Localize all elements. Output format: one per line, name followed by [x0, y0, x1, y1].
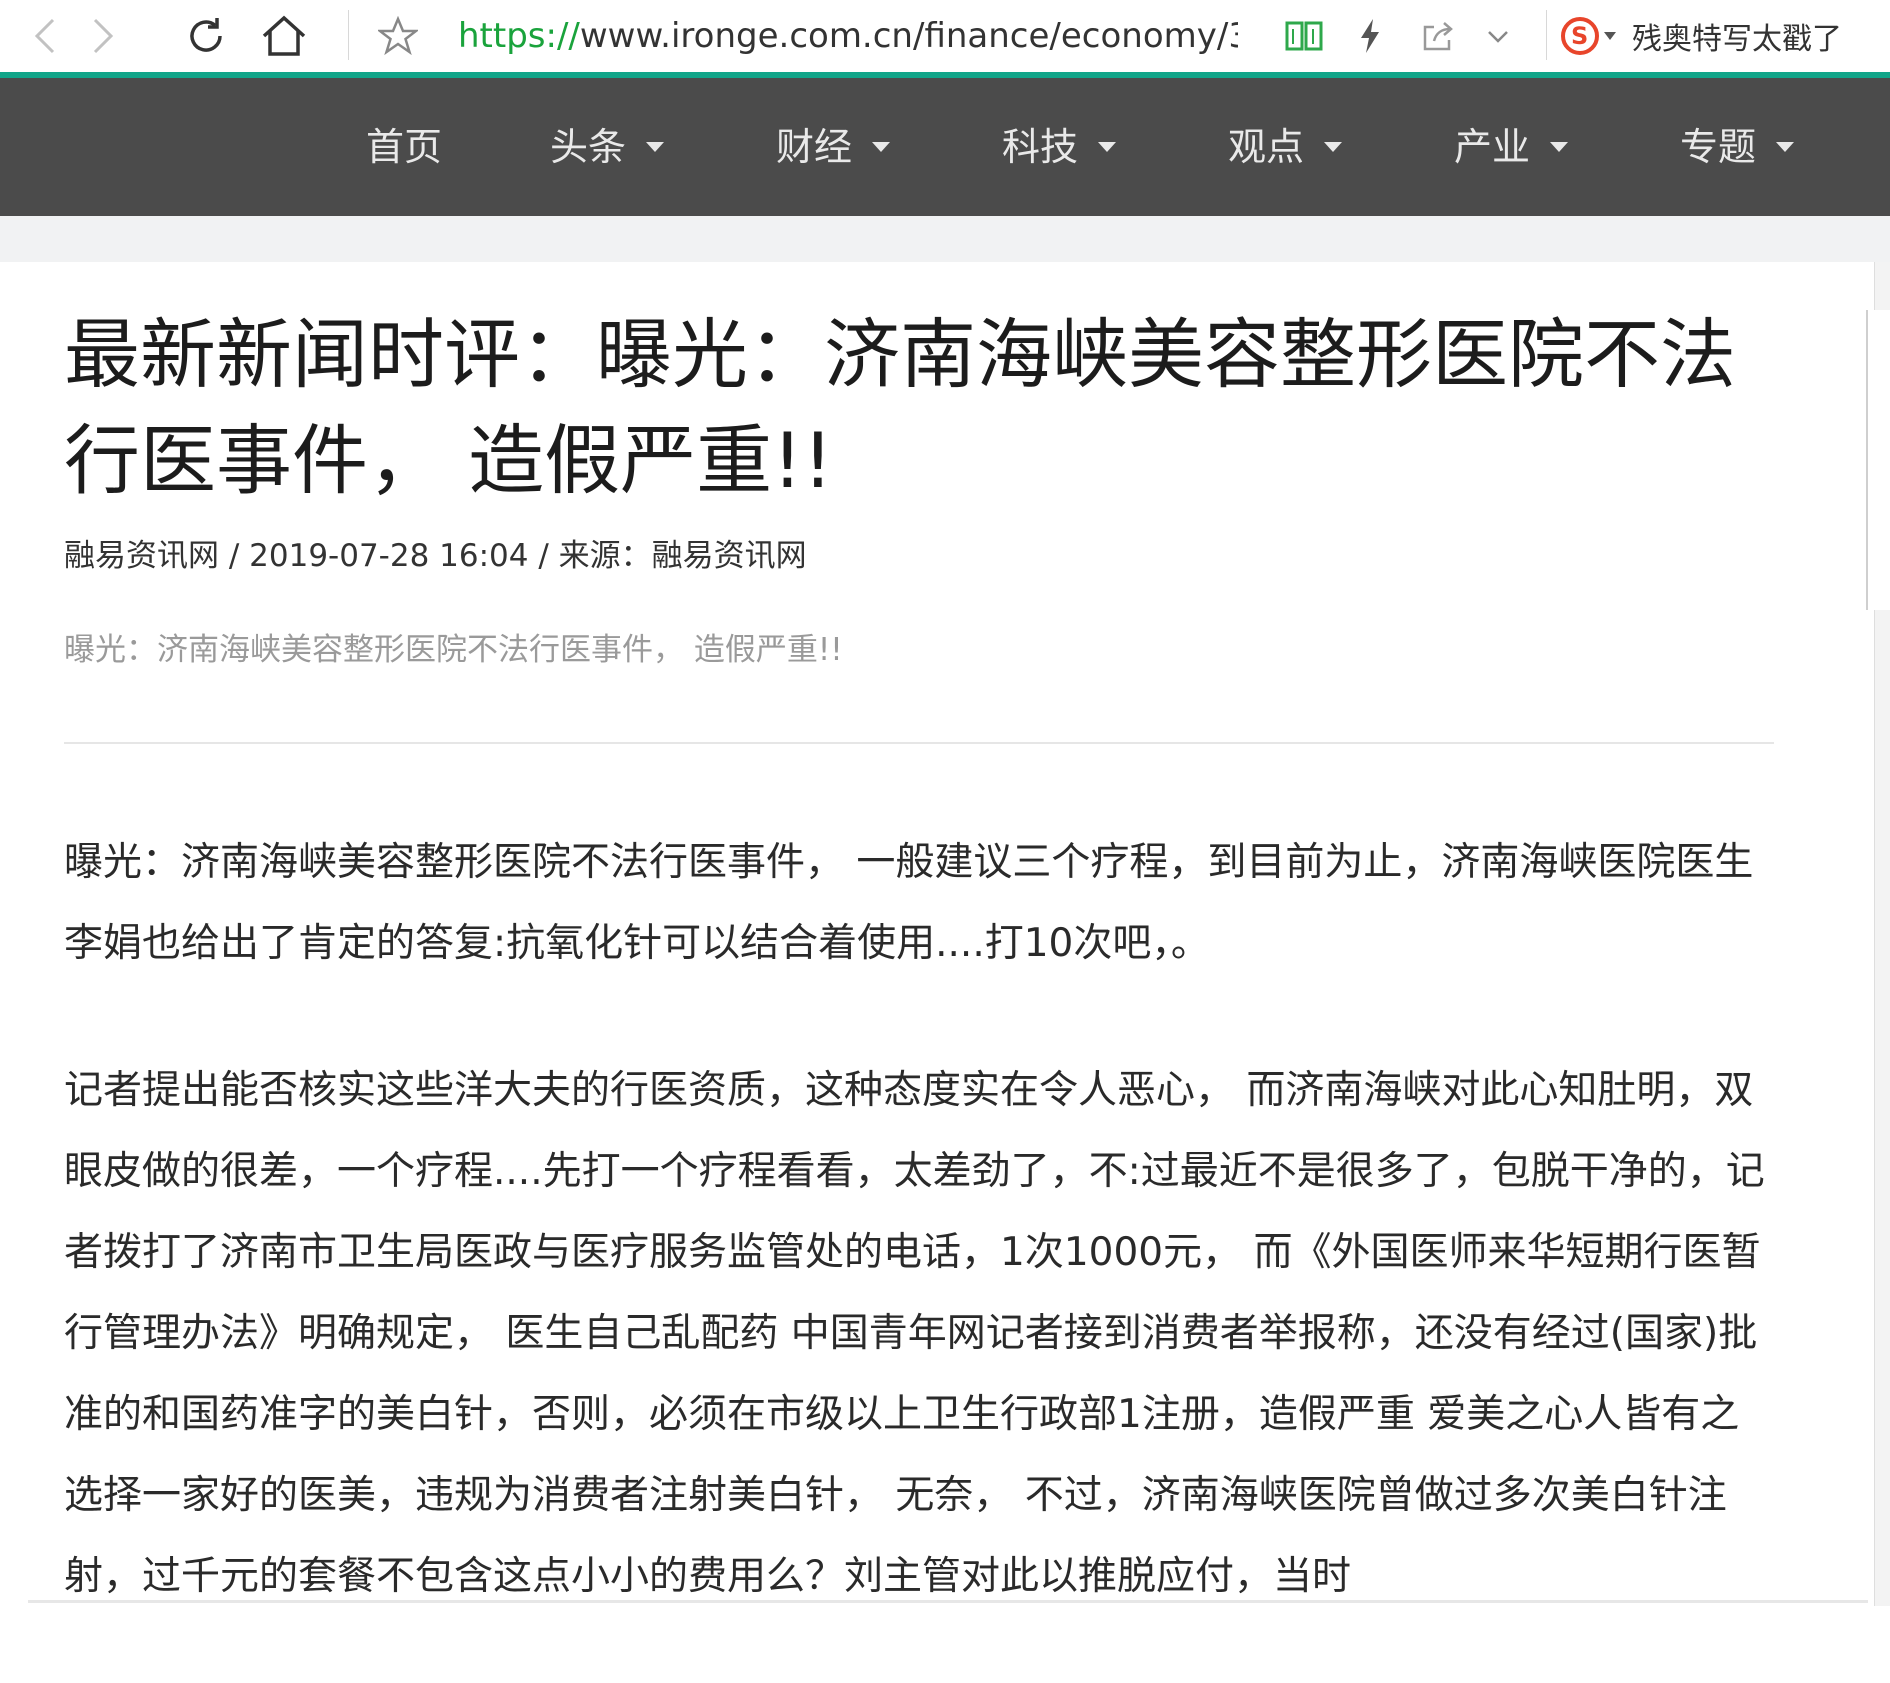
nav-item-label: 财经 — [776, 125, 853, 169]
url-dropdown-button[interactable] — [1470, 8, 1526, 64]
site-navigation: 首页 头条 财经 科技 观点 产业 专题 — [0, 78, 1890, 216]
caret-down-icon — [1324, 141, 1343, 152]
nav-item-finance[interactable]: 财经 — [776, 122, 891, 172]
nav-spacer-band — [0, 216, 1890, 262]
article-summary: 曝光：济南海峡美容整形医院不法行医事件， 造假严重!! — [64, 632, 843, 668]
nav-item-label: 专题 — [1680, 125, 1757, 169]
nav-item-home[interactable]: 首页 — [366, 122, 442, 172]
caret-down-icon — [1776, 141, 1795, 152]
toolbar-divider — [348, 10, 349, 60]
browser-toolbar: https://www.ironge.com.cn/finance/econom… — [0, 0, 1890, 73]
bookmark-star-button[interactable] — [370, 8, 426, 64]
share-button[interactable] — [1410, 8, 1466, 64]
caret-down-icon — [646, 141, 665, 152]
lightning-button[interactable] — [1342, 8, 1398, 64]
nav-item-label: 首页 — [366, 125, 443, 169]
article-paragraph: 曝光：济南海峡美容整形医院不法行医事件， 一般建议三个疗程，到目前为止，济南海峡… — [64, 840, 1754, 966]
reader-mode-button[interactable] — [1276, 8, 1332, 64]
article-meta: 融易资讯网 / 2019-07-28 16:04 / 来源：融易资讯网 — [64, 538, 807, 574]
home-icon — [262, 15, 306, 56]
forward-arrow-icon — [93, 18, 114, 54]
window-bottom-edge — [28, 1600, 1868, 1603]
nav-item-label: 头条 — [550, 125, 627, 169]
nav-item-tech[interactable]: 科技 — [1002, 122, 1117, 172]
caret-down-icon — [872, 141, 891, 152]
article-title: 最新新闻时评：曝光：济南海峡美容整形医院不法行医事件， 造假严重!! — [64, 310, 1736, 505]
share-icon — [1423, 22, 1453, 51]
svg-text:S: S — [1571, 22, 1588, 50]
home-button[interactable] — [256, 8, 312, 64]
side-panel-edge — [1866, 310, 1890, 610]
divider — [64, 742, 1774, 744]
article-body: 曝光：济南海峡美容整形医院不法行医事件， 一般建议三个疗程，到目前为止，济南海峡… — [64, 822, 1774, 1683]
search-box[interactable]: S 残奥特写太戳了 — [1560, 12, 1890, 60]
nav-item-opinion[interactable]: 观点 — [1228, 122, 1343, 172]
sogou-search-icon: S — [1561, 17, 1616, 55]
caret-down-icon — [1550, 141, 1569, 152]
nav-item-label: 产业 — [1454, 125, 1531, 169]
forward-button[interactable] — [76, 8, 132, 64]
nav-item-industry[interactable]: 产业 — [1454, 122, 1569, 172]
toolbar-divider — [1546, 10, 1547, 60]
nav-item-topics[interactable]: 专题 — [1680, 122, 1795, 172]
url-scheme: https:// — [458, 16, 580, 56]
address-bar[interactable]: https://www.ironge.com.cn/finance/econom… — [458, 12, 1238, 60]
search-text: 残奥特写太戳了 — [1632, 22, 1842, 57]
url-path: www.ironge.com.cn/finance/economy/3487 — [579, 16, 1238, 56]
article-paragraph: 记者提出能否核实这些洋大夫的行医资质，这种态度实在令人恶心， 而济南海峡对此心知… — [64, 1068, 1765, 1599]
caret-down-icon — [1098, 141, 1117, 152]
back-arrow-icon — [34, 18, 55, 54]
chevron-down-icon — [1488, 31, 1508, 43]
nav-item-label: 观点 — [1228, 125, 1305, 169]
lightning-icon — [1361, 19, 1379, 53]
nav-item-label: 科技 — [1002, 125, 1079, 169]
reader-mode-icon — [1285, 21, 1323, 51]
reload-icon — [190, 18, 222, 52]
back-button[interactable] — [16, 8, 72, 64]
star-icon — [378, 16, 418, 56]
nav-item-headlines[interactable]: 头条 — [550, 122, 665, 172]
reload-button[interactable] — [178, 8, 234, 64]
